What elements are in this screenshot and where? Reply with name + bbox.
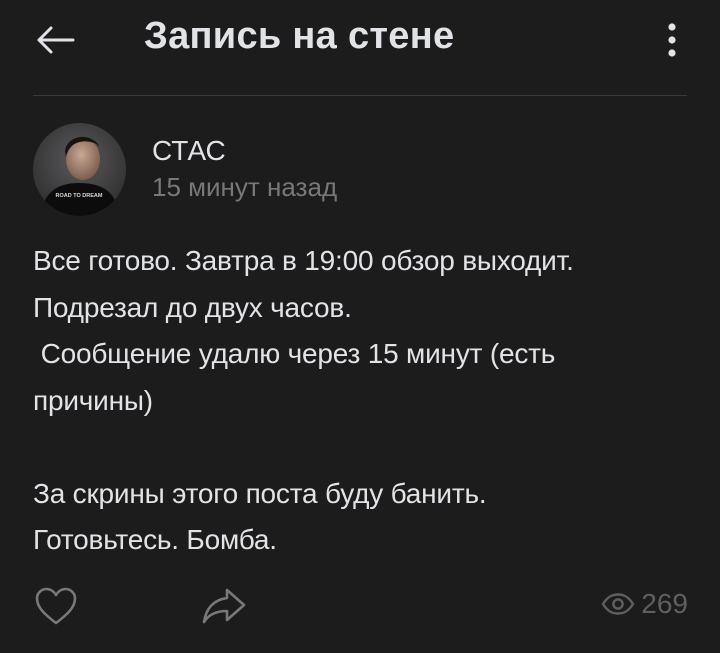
post-text-line: За скрины этого поста буду банить. [33,477,487,509]
more-vertical-icon [668,23,676,57]
arrow-left-icon [37,26,75,54]
like-button[interactable] [32,584,80,628]
views-counter: 269 [601,588,688,620]
share-arrow-icon [202,588,246,624]
heart-icon [35,587,77,625]
views-count: 269 [641,588,688,619]
author-meta: СТАС 15 минут назад [152,134,337,204]
page-title: Запись на стене [144,15,455,57]
post-text-line: причины) [33,384,153,416]
header-divider [33,95,687,96]
back-button[interactable] [30,18,80,62]
post-text-line: Все готово. Завтра в 19:00 обзор выходит… [33,245,574,276]
post-footer: 269 [0,580,720,632]
post-text-line: Готовьтесь. Бомба. [33,524,277,555]
avatar-shirt-text: ROAD TO DREAM [56,193,103,199]
avatar[interactable]: ROAD TO DREAM [33,122,126,216]
author-name[interactable]: СТАС [152,134,337,168]
post-author: ROAD TO DREAM СТАС 15 минут назад [33,122,337,216]
post-time: 15 минут назад [152,172,338,202]
eye-icon [601,592,635,616]
post-text-line: Подрезал до двух часов. [33,291,352,323]
post-text-line: Сообщение удалю через 15 минут (есть [33,338,556,369]
header: Запись на стене [0,0,720,80]
post-text: Все готово. Завтра в 19:00 обзор выходит… [33,238,693,564]
more-options-button[interactable] [650,16,694,64]
share-button[interactable] [198,584,250,628]
post-text-line [33,424,693,471]
